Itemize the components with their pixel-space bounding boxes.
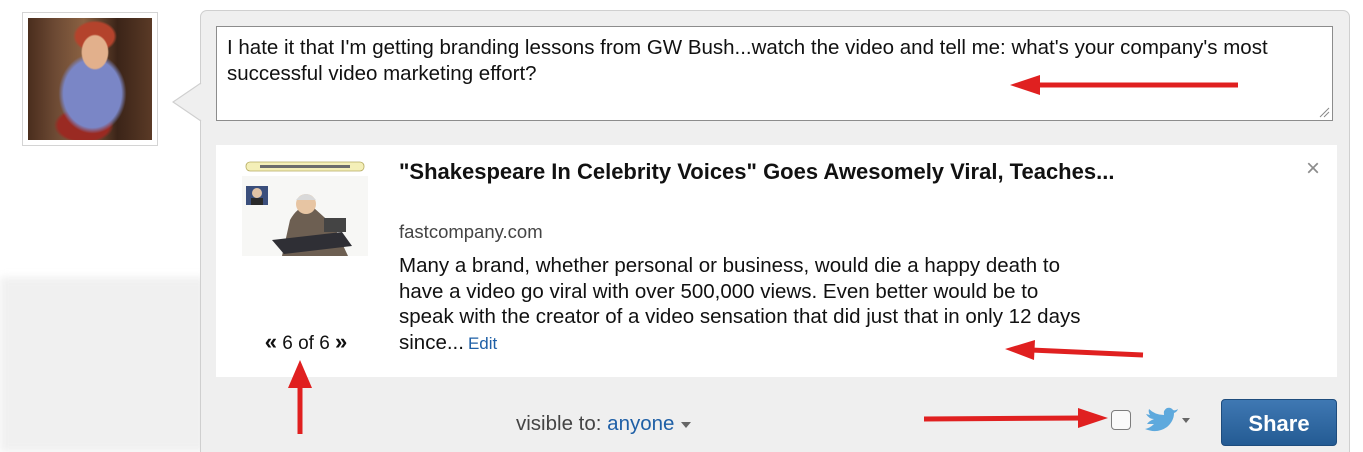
profile-photo [28,18,152,140]
pager-label: 6 of 6 [282,333,330,354]
annotation-arrow-twitter [924,408,1108,428]
preview-description-text: Many a brand, whether personal or busine… [399,254,1081,354]
resize-handle[interactable] [1318,106,1330,118]
annotation-arrow-edit [1005,340,1144,360]
edit-link[interactable]: Edit [468,334,497,353]
visibility-selector[interactable]: visible to: anyone [516,412,692,436]
share-button[interactable]: Share [1221,399,1337,446]
speech-pointer [172,82,204,122]
twitter-menu[interactable] [1143,406,1191,434]
twitter-bird-icon[interactable] [1143,406,1191,434]
preview-description: Many a brand, whether personal or busine… [399,253,1089,356]
video-thumbnail[interactable] [242,160,368,256]
visibility-value[interactable]: anyone [607,412,674,435]
caret-down-icon[interactable] [681,421,692,428]
pager-next-button[interactable]: » [335,329,347,354]
annotation-arrow-pager [288,360,312,434]
preview-pager: « 6 of 6 » [246,329,366,355]
annotation-arrow-message [1010,75,1238,95]
close-icon[interactable]: × [1306,157,1320,181]
visible-to-label: visible to: [516,412,602,435]
preview-domain: fastcompany.com [399,221,543,242]
preview-title[interactable]: "Shakespeare In Celebrity Voices" Goes A… [399,157,1159,186]
pager-prev-button[interactable]: « [265,329,277,354]
blurred-area [0,277,207,452]
avatar [22,12,158,146]
twitter-checkbox[interactable] [1111,410,1131,430]
